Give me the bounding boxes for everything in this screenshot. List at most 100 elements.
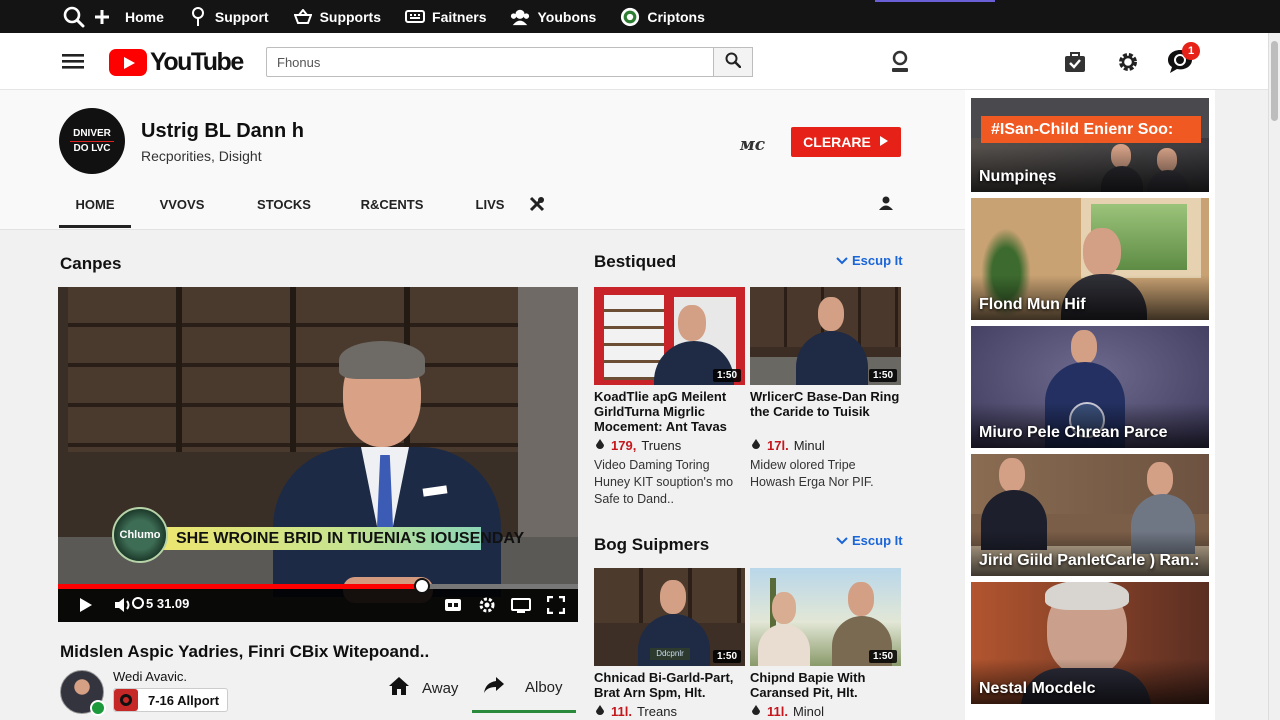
sidebar-card-label: Flond Mun Hif (979, 296, 1086, 313)
basket-icon (293, 7, 313, 27)
sidebar-card-label: Miuro Pele Chrean Parce (979, 424, 1168, 441)
tab-livs[interactable]: LIVS (455, 190, 525, 228)
scrollbar-thumb[interactable] (1271, 41, 1278, 121)
subscribe-button[interactable]: CLERARE (791, 127, 901, 157)
sidebar-video-card[interactable]: Flond Mun Hif (971, 198, 1209, 320)
topbar-item-supports[interactable]: Supports (293, 7, 381, 27)
chevron-down-icon (836, 533, 848, 548)
video-card-title[interactable]: WrlicerC Base-Dan Ring the Caride to Tui… (750, 389, 902, 419)
right-sidebar: #ISan-Child Enienr Soo: Numpinęs Flond M… (965, 90, 1215, 720)
meta-text: Truens (641, 438, 682, 453)
topbar-item-label: Youbons (537, 8, 597, 25)
topbar-item-label: Support (214, 8, 269, 25)
topbar-item-label: Supports (319, 8, 382, 25)
video-player[interactable]: SHE WROINE BRID IN TIUENIA'S IOUSENDAY C… (58, 287, 578, 622)
tab-person-icon[interactable] (878, 195, 896, 213)
avatar-text: DO LVC (73, 142, 111, 154)
topbar-item-faitners[interactable]: Faitners (405, 7, 486, 27)
video-duration: 1:50 (868, 650, 897, 663)
youtube-play-logo-icon (109, 49, 147, 76)
see-all-label: Escup It (852, 533, 903, 548)
video-card-title[interactable]: Chipnd Bapie With Caransed Pit, Hlt. (750, 670, 902, 700)
sidebar-video-card[interactable]: #ISan-Child Enienr Soo: Numpinęs (971, 98, 1209, 192)
share-arrow-icon (483, 676, 505, 698)
settings-gear-icon[interactable] (1116, 50, 1140, 74)
player-time: 5 31.09 (146, 596, 190, 611)
channel-name: Ustrig BL Dann h (141, 120, 304, 142)
video-card-title[interactable]: KoadTlie apG Meilent GirldTurna Migrlic … (594, 389, 746, 434)
home-icon (388, 676, 410, 700)
tab-home[interactable]: HOME (59, 190, 131, 228)
search-input[interactable] (266, 47, 714, 77)
topbar-item-home[interactable]: Home (92, 7, 164, 27)
search-button[interactable] (713, 47, 753, 77)
page-scrollbar[interactable] (1268, 33, 1280, 720)
view-count: 17l. (767, 438, 789, 453)
online-status-dot (90, 700, 106, 716)
progress-knob[interactable] (414, 578, 430, 594)
avatar-text: DNIVER (73, 127, 111, 139)
action-underline (472, 710, 576, 713)
owner-badge-label: 7-16 Allport (148, 692, 220, 708)
upload-bag-icon[interactable] (1063, 50, 1087, 74)
video-card-title[interactable]: Chnicad Bi-Garld-Part, Brat Arn Spm, Hlt… (594, 670, 746, 700)
action-away-button[interactable]: Away (388, 676, 458, 700)
fullscreen-icon[interactable] (546, 595, 566, 615)
record-icon (114, 689, 138, 711)
sidebar-video-card[interactable]: Miuro Pele Chrean Parce (971, 326, 1209, 448)
hamburger-menu-icon[interactable] (62, 51, 84, 71)
location-pin-icon (188, 6, 208, 27)
view-count: 11l. (611, 704, 632, 719)
owner-subscribe-badge[interactable]: 7-16 Allport (113, 688, 229, 712)
owner-name[interactable]: Wedi Avavic. (113, 669, 187, 684)
meta-text: Treans (636, 704, 677, 719)
theater-mode-icon[interactable] (511, 595, 531, 615)
tab-vvovs[interactable]: VVOVS (137, 190, 227, 228)
progress-bar[interactable] (58, 578, 578, 594)
see-all-label: Escup It (852, 253, 903, 268)
subtitles-icon[interactable] (443, 595, 463, 615)
progress-fill (58, 584, 422, 589)
meta-text: Minol (792, 704, 825, 719)
subscribe-label: CLERARE (803, 134, 871, 150)
video-thumbnail[interactable]: 1:50 (750, 568, 901, 666)
topbar-item-criptons[interactable]: Criptons (620, 7, 705, 27)
channel-avatar[interactable]: DNIVER DO LVC (59, 108, 125, 174)
lower-third-badge: Chlumo (112, 507, 168, 563)
sidebar-video-card[interactable]: Nestal Mocdelc (971, 582, 1209, 704)
channel-signature: ᴍc (740, 135, 766, 155)
site-header: YouTube (0, 33, 1268, 90)
sidebar-card-label: Jirid Giild PanletCarle ) Ran.: (979, 552, 1200, 569)
sidebar-video-card[interactable]: Jirid Giild PanletCarle ) Ran.: (971, 454, 1209, 576)
action-alboy-button[interactable]: Alboy (483, 676, 563, 698)
search-icon[interactable] (62, 5, 86, 29)
see-all-link[interactable]: Escup It (836, 253, 903, 268)
video-title[interactable]: Midslen Aspic Yadries, Finri CBix Witepo… (60, 642, 429, 662)
channel-subtitle: Recporities, Disight (141, 148, 262, 164)
keyboard-icon (405, 7, 426, 27)
flame-icon (750, 704, 762, 719)
video-card-description: Midew olored Tripe Howash Erga Nor PIF. (750, 458, 874, 489)
topbar-item-youbons[interactable]: Youbons (510, 7, 596, 27)
tab-recents[interactable]: R&CENTS (347, 190, 437, 228)
youtube-logo[interactable]: YouTube (109, 48, 244, 77)
avatar-divider (70, 140, 114, 142)
account-icon[interactable] (888, 50, 912, 74)
video-thumbnail[interactable]: Ddcpnlr 1:50 (594, 568, 745, 666)
see-all-link[interactable]: Escup It (836, 533, 903, 548)
section-title: Canpes (60, 254, 122, 273)
decorative-line (875, 0, 995, 2)
speed-icon (128, 593, 148, 613)
video-card-meta: 179, Truens (594, 438, 681, 453)
tab-tools-icon[interactable] (528, 195, 546, 213)
sidebar-card-label: Numpinęs (979, 168, 1057, 185)
video-thumbnail[interactable]: 1:50 (750, 287, 901, 385)
tab-stocks[interactable]: STOCKS (239, 190, 329, 228)
meta-text: Minul (793, 438, 825, 453)
topbar-item-support[interactable]: Support (188, 6, 269, 27)
play-icon[interactable] (76, 595, 96, 615)
settings-gear-icon[interactable] (477, 595, 497, 615)
chevron-down-icon (836, 253, 848, 268)
video-thumbnail[interactable]: 1:50 (594, 287, 745, 385)
people-icon (510, 7, 530, 27)
